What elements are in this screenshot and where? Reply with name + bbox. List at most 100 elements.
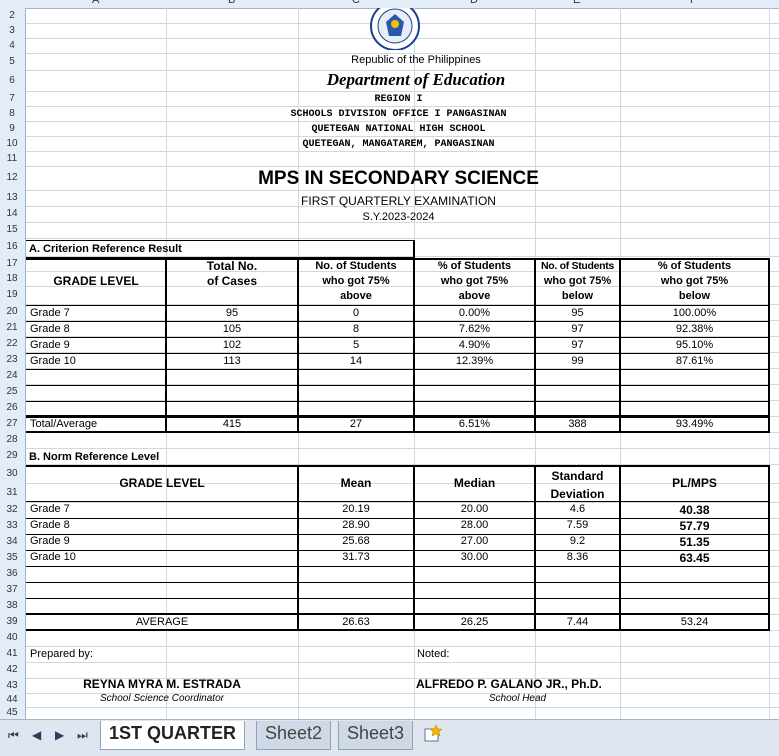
table-b-cell-sd[interactable]: 7.59	[536, 519, 619, 531]
row-number[interactable]: 3	[0, 25, 24, 36]
table-b-cell-sd[interactable]: 8.36	[536, 551, 619, 563]
row-number[interactable]: 29	[0, 450, 24, 461]
row-number[interactable]: 8	[0, 108, 24, 119]
row-number[interactable]: 13	[0, 192, 24, 203]
table-a-cell-above[interactable]: 5	[299, 339, 413, 351]
row-number[interactable]: 37	[0, 584, 24, 595]
table-b-cell-median[interactable]: 28.00	[415, 519, 534, 531]
table-a-cell-pct-below[interactable]: 100.00%	[621, 307, 768, 319]
table-a-cell-grade[interactable]: Grade 7	[30, 307, 164, 319]
table-a-cell-grade[interactable]: Grade 8	[30, 323, 164, 335]
row-number[interactable]: 28	[0, 434, 24, 445]
table-a-cell-total[interactable]: 113	[167, 355, 297, 367]
table-a-cell-below[interactable]: 95	[536, 307, 619, 319]
col-header-a[interactable]: A	[92, 0, 99, 6]
row-number[interactable]: 21	[0, 322, 24, 333]
table-a-cell-above[interactable]: 8	[299, 323, 413, 335]
a-total-below[interactable]: 388	[536, 418, 619, 430]
table-a-cell-grade[interactable]: Grade 9	[30, 339, 164, 351]
insert-sheet-icon[interactable]	[422, 724, 444, 744]
b-average-plmps[interactable]: 53.24	[621, 616, 768, 628]
row-number[interactable]: 44	[0, 694, 24, 705]
table-a-cell-below[interactable]: 97	[536, 323, 619, 335]
row-number[interactable]: 26	[0, 402, 24, 413]
row-number[interactable]: 34	[0, 536, 24, 547]
row-number[interactable]: 43	[0, 680, 24, 691]
table-a-cell-pct-above[interactable]: 4.90%	[415, 339, 534, 351]
row-number[interactable]: 35	[0, 552, 24, 563]
table-a-cell-pct-below[interactable]: 92.38%	[621, 323, 768, 335]
last-sheet-icon[interactable]: ⏭	[77, 728, 88, 743]
b-average-sd[interactable]: 7.44	[536, 616, 619, 628]
col-header-d[interactable]: D	[470, 0, 478, 6]
row-number[interactable]: 39	[0, 616, 24, 627]
row-number[interactable]: 4	[0, 40, 24, 51]
table-a-cell-total[interactable]: 105	[167, 323, 297, 335]
row-number[interactable]: 22	[0, 338, 24, 349]
table-a-cell-above[interactable]: 0	[299, 307, 413, 319]
first-sheet-icon[interactable]: ⏮	[8, 728, 19, 743]
a-total-above[interactable]: 27	[299, 418, 413, 430]
row-number[interactable]: 5	[0, 56, 24, 67]
table-a-cell-below[interactable]: 99	[536, 355, 619, 367]
table-a-cell-pct-below[interactable]: 95.10%	[621, 339, 768, 351]
row-number[interactable]: 12	[0, 172, 24, 183]
row-number[interactable]: 36	[0, 568, 24, 579]
row-number[interactable]: 25	[0, 386, 24, 397]
table-b-cell-grade[interactable]: Grade 7	[30, 503, 296, 515]
row-number[interactable]: 14	[0, 208, 24, 219]
row-number[interactable]: 20	[0, 306, 24, 317]
a-total-label[interactable]: Total/Average	[30, 418, 97, 430]
row-number[interactable]: 9	[0, 123, 24, 134]
table-b-cell-median[interactable]: 27.00	[415, 535, 534, 547]
row-number[interactable]: 30	[0, 468, 24, 479]
table-b-cell-plmps[interactable]: 57.79	[621, 519, 768, 533]
table-b-cell-plmps[interactable]: 40.38	[621, 503, 768, 517]
row-number[interactable]: 42	[0, 664, 24, 675]
row-number[interactable]: 11	[0, 153, 24, 164]
a-total-cases[interactable]: 415	[167, 418, 297, 430]
row-number[interactable]: 16	[0, 241, 24, 252]
row-number[interactable]: 18	[0, 273, 24, 284]
col-header-e[interactable]: E	[573, 0, 580, 6]
row-number[interactable]: 45	[0, 707, 24, 718]
table-b-cell-mean[interactable]: 31.73	[299, 551, 413, 563]
row-number[interactable]: 6	[0, 75, 24, 86]
table-b-cell-mean[interactable]: 20.19	[299, 503, 413, 515]
b-average-median[interactable]: 26.25	[415, 616, 534, 628]
col-header-c[interactable]: C	[352, 0, 360, 6]
table-a-cell-pct-above[interactable]: 0.00%	[415, 307, 534, 319]
row-number[interactable]: 17	[0, 258, 24, 269]
table-a-cell-total[interactable]: 102	[167, 339, 297, 351]
row-number[interactable]: 38	[0, 600, 24, 611]
col-header-f[interactable]: F	[690, 0, 697, 6]
row-number[interactable]: 32	[0, 504, 24, 515]
row-number[interactable]: 7	[0, 93, 24, 104]
row-number[interactable]: 2	[0, 10, 24, 21]
table-b-cell-mean[interactable]: 28.90	[299, 519, 413, 531]
table-b-cell-grade[interactable]: Grade 9	[30, 535, 296, 547]
table-b-cell-mean[interactable]: 25.68	[299, 535, 413, 547]
table-a-cell-pct-above[interactable]: 7.62%	[415, 323, 534, 335]
row-number[interactable]: 40	[0, 632, 24, 643]
table-a-cell-total[interactable]: 95	[167, 307, 297, 319]
b-average-mean[interactable]: 26.63	[299, 616, 413, 628]
table-b-cell-median[interactable]: 20.00	[415, 503, 534, 515]
a-total-pct-below[interactable]: 93.49%	[621, 418, 768, 430]
table-a-cell-below[interactable]: 97	[536, 339, 619, 351]
table-b-cell-plmps[interactable]: 63.45	[621, 551, 768, 565]
tab-sheet3[interactable]: Sheet3	[338, 721, 414, 750]
table-b-cell-grade[interactable]: Grade 8	[30, 519, 296, 531]
prev-sheet-icon[interactable]: ◀	[32, 728, 41, 742]
table-a-cell-pct-below[interactable]: 87.61%	[621, 355, 768, 367]
table-b-cell-sd[interactable]: 9.2	[536, 535, 619, 547]
row-number[interactable]: 27	[0, 418, 24, 429]
row-number[interactable]: 24	[0, 370, 24, 381]
next-sheet-icon[interactable]: ▶	[55, 728, 64, 742]
a-total-pct-above[interactable]: 6.51%	[415, 418, 534, 430]
table-a-cell-above[interactable]: 14	[299, 355, 413, 367]
row-number[interactable]: 10	[0, 138, 24, 149]
table-b-cell-grade[interactable]: Grade 10	[30, 551, 296, 563]
b-average-label[interactable]: AVERAGE	[27, 616, 297, 628]
col-header-b[interactable]: B	[228, 0, 235, 6]
